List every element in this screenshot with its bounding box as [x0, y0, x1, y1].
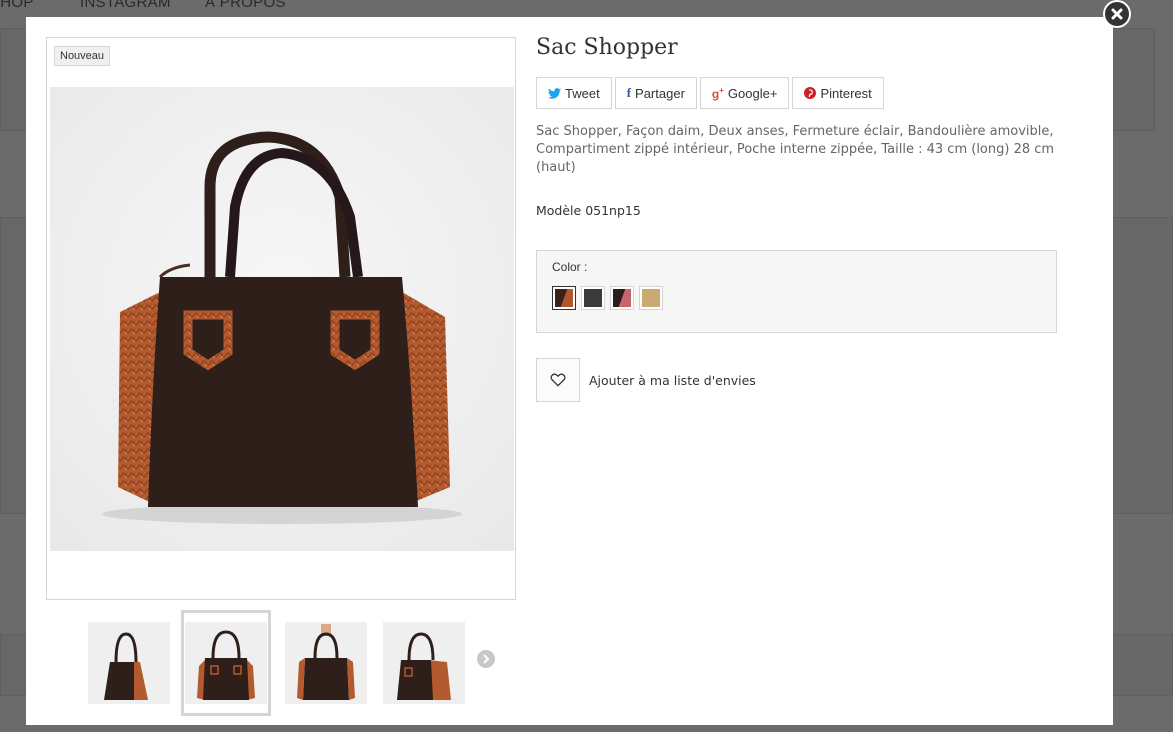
wishlist-label[interactable]: Ajouter à ma liste d'envies: [589, 373, 756, 388]
heart-icon: [550, 373, 566, 387]
tweet-button[interactable]: Tweet: [536, 77, 612, 109]
color-swatch-beige[interactable]: [639, 286, 663, 310]
facebook-share-button[interactable]: f Partager: [614, 77, 697, 109]
nav-item-shop: SHOP: [0, 0, 34, 11]
new-badge: Nouveau: [54, 46, 111, 66]
main-image-frame: Nouveau: [46, 37, 516, 600]
google-plus-label: Google+: [727, 85, 778, 101]
thumbnail-selected[interactable]: [181, 610, 271, 716]
pinterest-icon: [804, 87, 817, 99]
product-description: Sac Shopper, Façon daim, Deux anses, Fer…: [536, 124, 1055, 175]
twitter-icon: [548, 87, 561, 99]
nav-item-instagram: INSTAGRAM: [80, 0, 171, 11]
thumbnail[interactable]: [84, 610, 174, 716]
thumbnail-image: [185, 622, 267, 704]
thumbnail-image: [285, 622, 367, 704]
facebook-icon: f: [626, 85, 632, 100]
tweet-label: Tweet: [565, 85, 600, 101]
color-swatch-fill: [555, 289, 573, 307]
color-swatch-fill: [584, 289, 602, 307]
wishlist-button[interactable]: [536, 358, 580, 402]
facebook-share-label: Partager: [635, 85, 685, 101]
thumbnail-image: [383, 622, 465, 704]
color-swatch-black[interactable]: [581, 286, 605, 310]
thumbnail-next-button[interactable]: [477, 650, 495, 668]
thumbnail[interactable]: [379, 610, 469, 716]
background-nav: SHOP INSTAGRAM À PROPOS: [0, 0, 1173, 14]
product-quickview-modal: Nouveau Sac Shopper Tweet f Partager g+ …: [26, 17, 1113, 725]
thumbnail[interactable]: [281, 610, 371, 716]
share-buttons: Tweet f Partager g+ Google+ Pinterest: [536, 77, 884, 109]
close-icon: [1111, 8, 1123, 20]
google-plus-button[interactable]: g+ Google+: [699, 77, 790, 109]
thumbnail-strip: [84, 610, 504, 716]
close-modal-button[interactable]: [1103, 0, 1131, 28]
color-swatch-fill: [613, 289, 631, 307]
color-label: Color :: [552, 260, 588, 274]
color-swatch-fill: [642, 289, 660, 307]
product-photo: [50, 87, 514, 551]
thumbnail-image: [88, 622, 170, 704]
product-model: Modèle 051np15: [536, 203, 641, 218]
color-swatch-brown-orange[interactable]: [552, 286, 576, 310]
chevron-right-icon: [483, 654, 490, 664]
nav-item-about: À PROPOS: [205, 0, 286, 11]
color-swatches: [552, 286, 663, 310]
product-title: Sac Shopper: [536, 35, 678, 60]
pinterest-button[interactable]: Pinterest: [792, 77, 884, 109]
google-plus-icon: g+: [711, 85, 724, 101]
color-selector: Color :: [536, 250, 1057, 333]
pinterest-label: Pinterest: [820, 85, 872, 101]
color-swatch-black-pink[interactable]: [610, 286, 634, 310]
